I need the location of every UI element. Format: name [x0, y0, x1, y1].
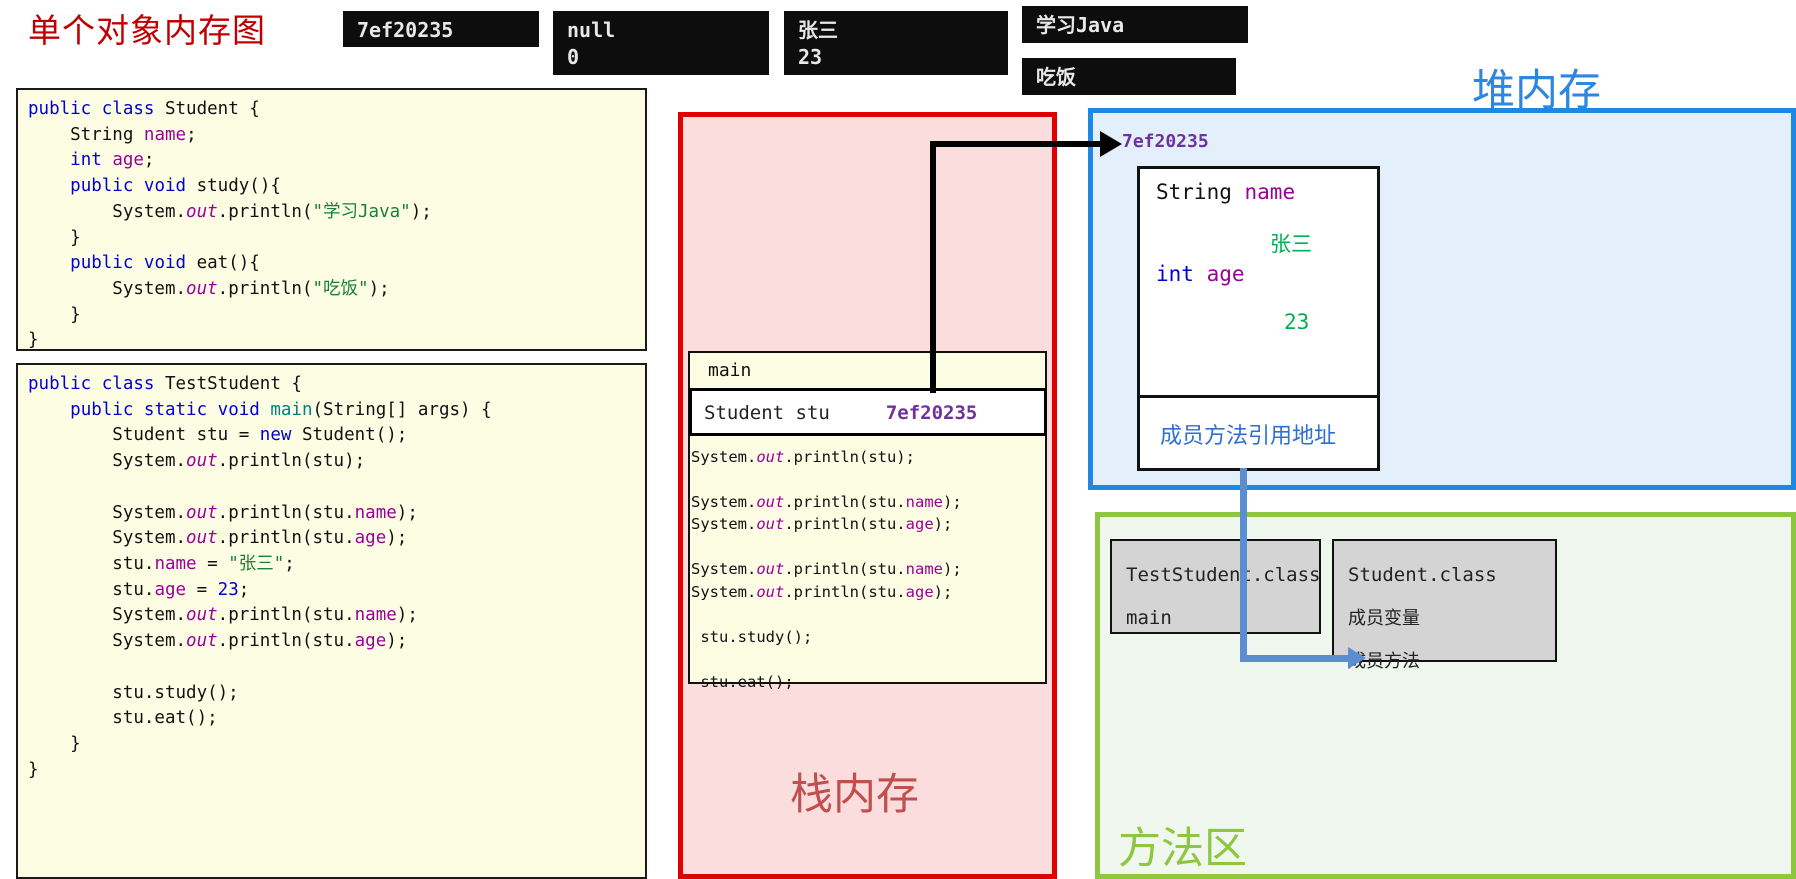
- heap-method-reference: 成员方法引用地址: [1160, 424, 1337, 449]
- stack-frame-code: System.out.println(stu); System.out.prin…: [691, 448, 962, 691]
- stack-to-heap-arrow-head-icon: [1100, 131, 1122, 157]
- console-output-study: 学习Java: [1022, 6, 1248, 43]
- heap-object-address: 7ef20235: [1122, 131, 1209, 152]
- heap-memory-label: 堆内存: [1472, 66, 1601, 116]
- heap-field-age-value: 23: [1284, 310, 1310, 334]
- class-name-label: TestStudent.class: [1126, 564, 1321, 586]
- heap-to-method-arrow-head-icon: [1348, 647, 1366, 669]
- console-output-name-age: 张三 23: [784, 11, 1008, 75]
- code-block-student: public class Student { String name; int …: [16, 88, 647, 351]
- stack-memory-label: 栈内存: [790, 770, 919, 820]
- heap-field-age-decl: int age: [1156, 262, 1245, 286]
- console-output-address: 7ef20235: [343, 11, 539, 47]
- heap-field-name-value: 张三: [1270, 232, 1312, 256]
- class-member-fields: 成员变量: [1348, 607, 1420, 629]
- console-output-eat: 吃饭: [1022, 58, 1236, 95]
- heap-to-method-arrow-vertical: [1240, 468, 1247, 661]
- class-name-label: Student.class: [1348, 564, 1497, 586]
- stack-variable-value: 7ef20235: [885, 402, 978, 424]
- heap-field-name-decl: String name: [1156, 180, 1296, 204]
- stack-to-heap-arrow-horizontal: [930, 141, 1105, 147]
- stack-frame-name: main: [708, 360, 752, 381]
- method-area-label: 方法区: [1118, 824, 1247, 874]
- method-area-class-test-student: TestStudent.class main: [1110, 539, 1321, 634]
- heap-to-method-arrow-horizontal: [1240, 655, 1352, 662]
- class-member-label: main: [1126, 606, 1172, 629]
- stack-variable-slot: Student stu 7ef20235: [689, 388, 1047, 436]
- code-block-test-student: public class TestStudent { public static…: [16, 363, 647, 879]
- method-area-class-student: Student.class 成员变量 成员方法: [1332, 539, 1557, 672]
- stack-variable-type: Student stu: [704, 402, 830, 424]
- console-output-null-zero: null 0: [553, 11, 769, 75]
- page-title: 单个对象内存图: [28, 11, 266, 50]
- stack-to-heap-arrow-vertical: [930, 141, 936, 393]
